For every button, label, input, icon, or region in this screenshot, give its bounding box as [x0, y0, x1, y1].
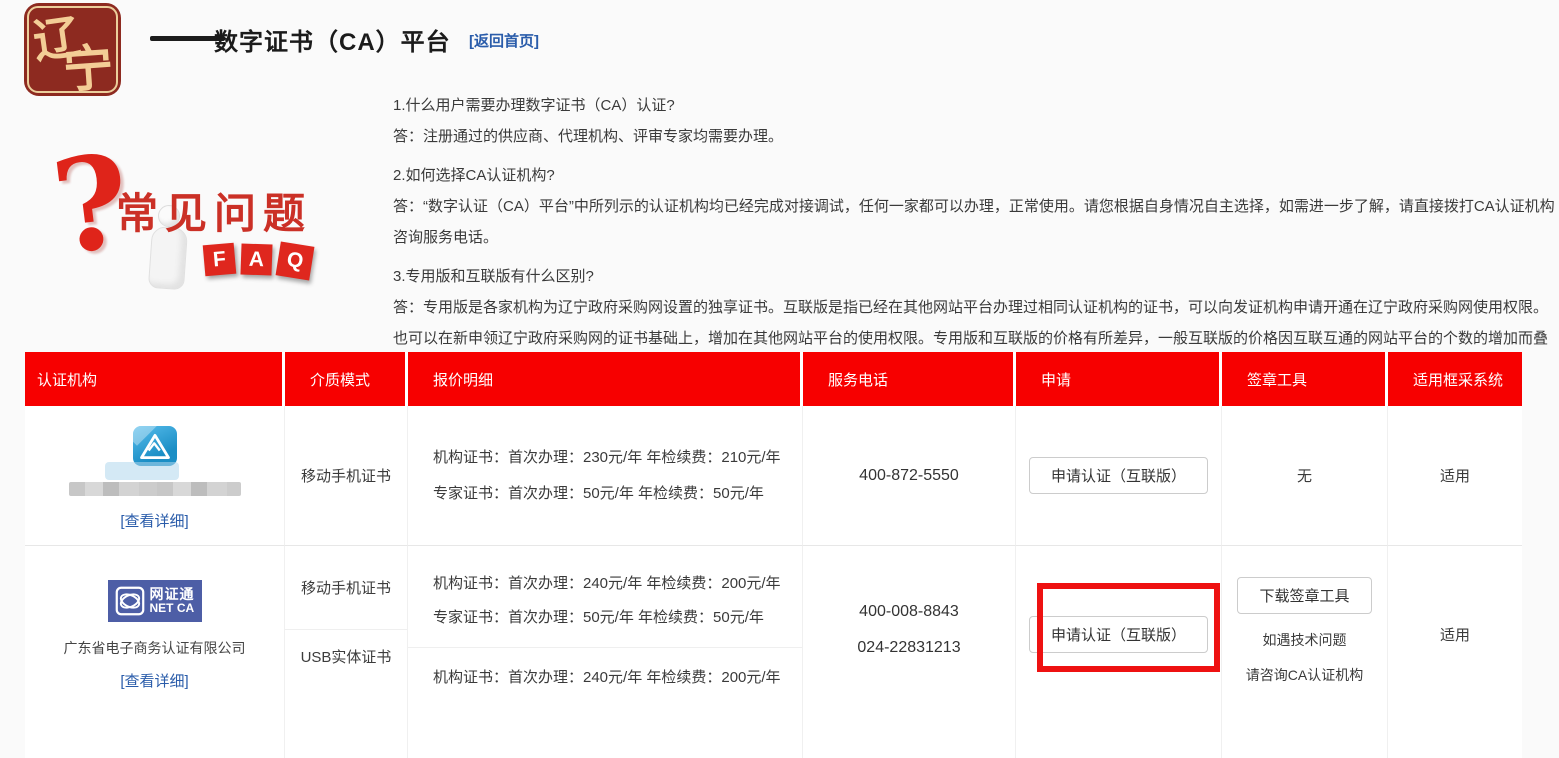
header-applicable-system: 适用框采系统 — [1388, 352, 1522, 406]
liaoning-logo[interactable]: 辽 宁 — [24, 3, 121, 96]
back-to-home-link[interactable]: [返回首页] — [469, 30, 539, 51]
header-service-phone: 服务电话 — [803, 352, 1016, 406]
header-seal-tool: 签章工具 — [1222, 352, 1388, 406]
quote-cell: 机构证书：首次办理：240元/年 年检续费：200元/年 专家证书：首次办理：5… — [408, 546, 803, 758]
netca-logo-cn: 网证通 — [150, 587, 195, 602]
quote-expert-line: 专家证书：首次办理：50元/年 年检续费：50元/年 — [433, 476, 802, 512]
faq-block-q: Q — [276, 242, 315, 281]
org-name: 广东省电子商务认证有限公司 — [64, 638, 246, 658]
page-title: 数字证书（CA）平台 — [214, 22, 451, 57]
org-cell-row2: 网证通 NET CA 广东省电子商务认证有限公司 [查看详细] — [25, 546, 285, 758]
faq-block-a: A — [240, 243, 272, 275]
quote-expert-line: 专家证书：首次办理：50元/年 年检续费：50元/年 — [433, 601, 802, 635]
faq-graphic-title: 常见问题 — [116, 180, 312, 241]
quote-org-line: 机构证书：首次办理：240元/年 年检续费：200元/年 — [433, 661, 802, 695]
faq-text-block: 1.什么用户需要办理数字证书（CA）认证? 答：注册通过的供应商、代理机构、评审… — [393, 90, 1557, 385]
logo-character-ning: 宁 — [61, 27, 116, 102]
logo-reflection — [105, 462, 179, 480]
faq-question-1: 1.什么用户需要办理数字证书（CA）认证? — [393, 90, 1557, 121]
blurred-org-name — [69, 482, 241, 496]
media-mode-cell: 移动手机证书 — [285, 406, 408, 546]
view-details-link[interactable]: [查看详细] — [120, 670, 188, 691]
org-cell-row1: [查看详细] — [25, 406, 285, 546]
netca-logo-icon: 网证通 NET CA — [108, 580, 202, 622]
seal-tool-cell: 下载签章工具 如遇技术问题 请咨询CA认证机构 — [1222, 546, 1388, 758]
faq-question-2: 2.如何选择CA认证机构? — [393, 160, 1557, 191]
logo-character-liao: 辽 — [29, 0, 84, 72]
header-apply: 申请 — [1016, 352, 1222, 406]
table-row: [查看详细] 移动手机证书 机构证书：首次办理：230元/年 年检续费：210元… — [25, 406, 1522, 546]
ca-platform-page: { "header": { "logo_char_1": "辽", "logo_… — [0, 0, 1559, 714]
quote-org-line: 机构证书：首次办理：240元/年 年检续费：200元/年 — [433, 567, 802, 601]
applicable-cell: 适用 — [1388, 546, 1522, 758]
download-seal-tool-button[interactable]: 下载签章工具 — [1237, 577, 1371, 614]
table-header-row: 认证机构 介质模式 报价明细 服务电话 申请 签章工具 适用框采系统 — [25, 352, 1522, 406]
faq-block-f: F — [203, 243, 237, 277]
view-details-link[interactable]: [查看详细] — [120, 510, 188, 531]
service-phone-2: 024-22831213 — [803, 630, 1015, 666]
apply-cell: 申请认证（互联版） — [1016, 546, 1222, 758]
header-media-mode: 介质模式 — [285, 352, 408, 406]
header-quote-details: 报价明细 — [408, 352, 803, 406]
seal-tool-cell: 无 — [1222, 406, 1388, 546]
service-phone-1: 400-008-8843 — [803, 594, 1015, 630]
mountain-logo-icon — [133, 426, 177, 466]
applicable-cell: 适用 — [1388, 406, 1522, 546]
header-certification-authority: 认证机构 — [25, 352, 285, 406]
faq-letter-blocks: F A Q — [204, 244, 312, 278]
netca-logo-en: NET CA — [150, 602, 195, 615]
media-mode-cell: 移动手机证书 USB实体证书 — [285, 546, 408, 758]
apply-cell: 申请认证（互联版） — [1016, 406, 1222, 546]
service-phone-cell: 400-872-5550 — [803, 406, 1016, 546]
faq-question-3: 3.专用版和互联版有什么区别? — [393, 261, 1557, 292]
quote-cell: 机构证书：首次办理：230元/年 年检续费：210元/年 专家证书：首次办理：5… — [408, 406, 803, 546]
apply-certification-button[interactable]: 申请认证（互联版） — [1029, 616, 1208, 653]
faq-answer-2: 答：“数字认证（CA）平台”中所列示的认证机构均已经完成对接调试，任何一家都可以… — [393, 191, 1557, 253]
media-mode-mobile: 移动手机证书 — [285, 546, 407, 630]
faq-answer-1: 答：注册通过的供应商、代理机构、评审专家均需要办理。 — [393, 121, 1557, 152]
faq-illustration: ? 常见问题 F A Q — [52, 148, 342, 308]
quote-org-line: 机构证书：首次办理：230元/年 年检续费：210元/年 — [433, 440, 802, 476]
seal-tool-note: 如遇技术问题 — [1263, 630, 1347, 650]
media-mode-usb: USB实体证书 — [285, 630, 407, 667]
service-phone-cell: 400-008-8843 024-22831213 — [803, 546, 1016, 758]
apply-certification-button[interactable]: 申请认证（互联版） — [1029, 457, 1208, 494]
seal-tool-note: 请咨询CA认证机构 — [1246, 665, 1363, 685]
table-row: 网证通 NET CA 广东省电子商务认证有限公司 [查看详细] 移动手机证书 U… — [25, 546, 1522, 758]
ca-providers-table: 认证机构 介质模式 报价明细 服务电话 申请 签章工具 适用框采系统 [查看详细… — [25, 352, 1522, 758]
